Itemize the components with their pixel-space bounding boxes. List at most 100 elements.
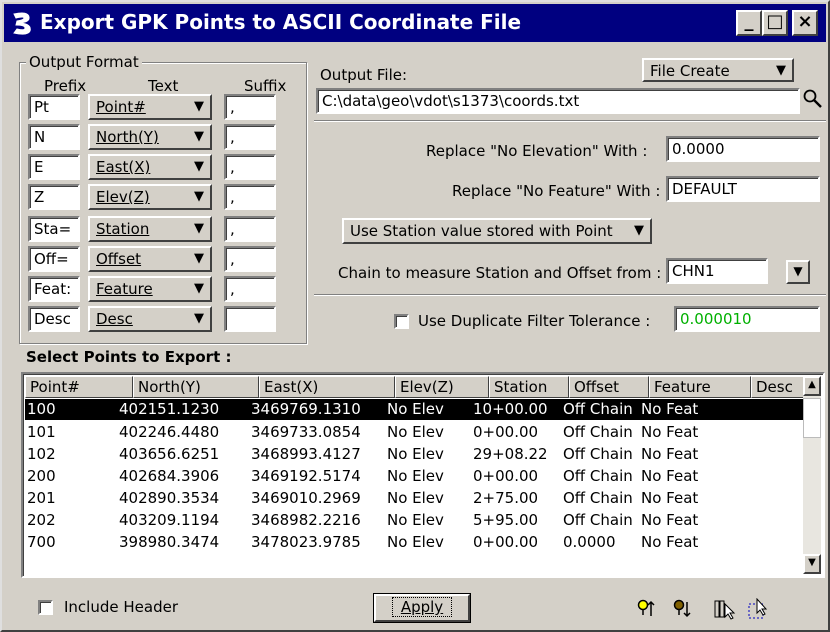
- table-row[interactable]: 201 402890.3534 3469010.2969 No Elev 2+7…: [25, 488, 805, 509]
- cell-east: 3469192.5174: [251, 467, 361, 485]
- close-icon: ×: [797, 11, 813, 32]
- text-dropdown-value: East(X): [96, 158, 151, 176]
- text-dropdown[interactable]: Station ▼: [88, 216, 212, 242]
- text-header: Text: [148, 77, 179, 95]
- cell-station: 0+00.00: [473, 467, 539, 485]
- chain-field[interactable]: CHN1: [666, 258, 768, 284]
- apply-label: Apply: [391, 597, 453, 617]
- text-dropdown[interactable]: Point# ▼: [88, 94, 212, 120]
- suffix-header: Suffix: [244, 77, 287, 95]
- file-mode-dropdown[interactable]: File Create ▼: [642, 58, 794, 82]
- scroll-thumb[interactable]: [803, 398, 821, 438]
- text-dropdown-value: North(Y): [96, 128, 159, 146]
- cell-north: 402246.4480: [119, 423, 220, 441]
- no-elevation-field[interactable]: 0.0000: [666, 136, 820, 162]
- text-dropdown[interactable]: Offset ▼: [88, 246, 212, 272]
- down-arrow-icon: ▼: [808, 557, 816, 568]
- title-bar[interactable]: Export GPK Points to ASCII Coordinate Fi…: [4, 4, 826, 42]
- minimize-button[interactable]: _: [736, 10, 762, 36]
- column-header-north[interactable]: North(Y): [133, 376, 259, 398]
- table-row[interactable]: 100 402151.1230 3469769.1310 No Elev 10+…: [25, 399, 805, 420]
- suffix-field[interactable]: ,: [224, 246, 276, 272]
- separator: [314, 294, 826, 296]
- cell-east: 3469733.0854: [251, 423, 361, 441]
- prefix-field[interactable]: Desc: [28, 306, 80, 332]
- cell-feature: No Feat: [641, 511, 699, 529]
- no-feature-field[interactable]: DEFAULT: [666, 176, 820, 202]
- prefix-field[interactable]: N: [28, 124, 80, 150]
- text-dropdown[interactable]: North(Y) ▼: [88, 124, 212, 150]
- chain-dropdown-button[interactable]: ▼: [786, 260, 810, 284]
- dropdown-arrow-icon: ▼: [194, 311, 204, 326]
- column-header-feature[interactable]: Feature: [649, 376, 751, 398]
- suffix-field[interactable]: ,: [224, 124, 276, 150]
- cell-east: 3469769.1310: [251, 400, 361, 418]
- select-by-window-icon[interactable]: [746, 597, 772, 622]
- dropdown-arrow-icon: ▼: [634, 223, 644, 238]
- table-row[interactable]: 102 403656.6251 3468993.4127 No Elev 29+…: [25, 444, 805, 465]
- table-row[interactable]: 202 403209.1194 3468982.2216 No Elev 5+9…: [25, 510, 805, 531]
- output-file-field[interactable]: C:\data\geo\vdot\s1373\coords.txt: [316, 88, 800, 114]
- prefix-field[interactable]: Sta=: [28, 216, 80, 242]
- scroll-up-button[interactable]: ▲: [803, 376, 821, 396]
- vertical-scrollbar[interactable]: ▲ ▼: [803, 376, 821, 574]
- table-row[interactable]: 101 402246.4480 3469733.0854 No Elev 0+0…: [25, 422, 805, 443]
- prefix-field[interactable]: Off=: [28, 246, 80, 272]
- column-header-station[interactable]: Station: [489, 376, 569, 398]
- select-all-icon[interactable]: [712, 598, 738, 622]
- cell-offset: 0.0000: [563, 533, 616, 551]
- cell-offset: Off Chain: [563, 511, 633, 529]
- text-dropdown[interactable]: East(X) ▼: [88, 154, 212, 180]
- text-dropdown[interactable]: Desc ▼: [88, 306, 212, 332]
- minimize-icon: _: [744, 11, 754, 32]
- cell-offset: Off Chain: [563, 489, 633, 507]
- points-list[interactable]: Point# North(Y) East(X) Elev(Z) Station …: [21, 372, 825, 578]
- cell-east: 3478023.9785: [251, 533, 361, 551]
- duplicate-filter-checkbox[interactable]: [394, 314, 409, 329]
- suffix-field[interactable]: ,: [224, 94, 276, 120]
- suffix-field[interactable]: ,: [224, 216, 276, 242]
- cell-point: 700: [27, 533, 56, 551]
- magnifier-icon[interactable]: [802, 88, 824, 110]
- station-mode-dropdown[interactable]: Use Station value stored with Point ▼: [342, 218, 652, 244]
- table-row[interactable]: 200 402684.3906 3469192.5174 No Elev 0+0…: [25, 466, 805, 487]
- cell-station: 5+95.00: [473, 511, 539, 529]
- dropdown-arrow-icon: ▼: [194, 99, 204, 114]
- app-logo-icon: [8, 9, 36, 37]
- cell-north: 402151.1230: [119, 400, 220, 418]
- column-header-offset[interactable]: Offset: [569, 376, 649, 398]
- deselect-point-icon[interactable]: [670, 598, 696, 622]
- table-row[interactable]: 700 398980.3474 3478023.9785 No Elev 0+0…: [25, 532, 805, 553]
- cell-feature: No Feat: [641, 400, 699, 418]
- text-dropdown[interactable]: Elev(Z) ▼: [88, 184, 212, 210]
- duplicate-filter-field[interactable]: 0.000010: [674, 306, 820, 332]
- prefix-field[interactable]: Feat:: [28, 276, 80, 302]
- prefix-field[interactable]: E: [28, 154, 80, 180]
- cell-feature: No Feat: [641, 445, 699, 463]
- suffix-field[interactable]: ,: [224, 184, 276, 210]
- column-header-elev[interactable]: Elev(Z): [395, 376, 489, 398]
- text-dropdown[interactable]: Feature ▼: [88, 276, 212, 302]
- suffix-field[interactable]: [224, 306, 276, 332]
- column-header-east[interactable]: East(X): [259, 376, 395, 398]
- prefix-field[interactable]: Pt: [28, 94, 80, 120]
- dropdown-arrow-icon: ▼: [194, 221, 204, 236]
- suffix-field[interactable]: ,: [224, 276, 276, 302]
- maximize-button[interactable]: □: [762, 10, 788, 36]
- suffix-field[interactable]: ,: [224, 154, 276, 180]
- cell-station: 0+00.00: [473, 423, 539, 441]
- column-header-desc[interactable]: Desc: [751, 376, 807, 398]
- select-point-icon[interactable]: [634, 598, 660, 622]
- close-button[interactable]: ×: [792, 10, 818, 36]
- prefix-header: Prefix: [44, 77, 87, 95]
- cell-feature: No Feat: [641, 533, 699, 551]
- scroll-down-button[interactable]: ▼: [803, 554, 821, 574]
- apply-button[interactable]: Apply: [374, 594, 470, 622]
- no-feature-label: Replace "No Feature" With :: [452, 182, 661, 200]
- include-header-checkbox[interactable]: [38, 600, 53, 615]
- cell-station: 2+75.00: [473, 489, 539, 507]
- prefix-field[interactable]: Z: [28, 184, 80, 210]
- column-header-point[interactable]: Point#: [25, 376, 133, 398]
- up-arrow-icon: ▲: [808, 379, 816, 390]
- dropdown-arrow-icon: ▼: [194, 251, 204, 266]
